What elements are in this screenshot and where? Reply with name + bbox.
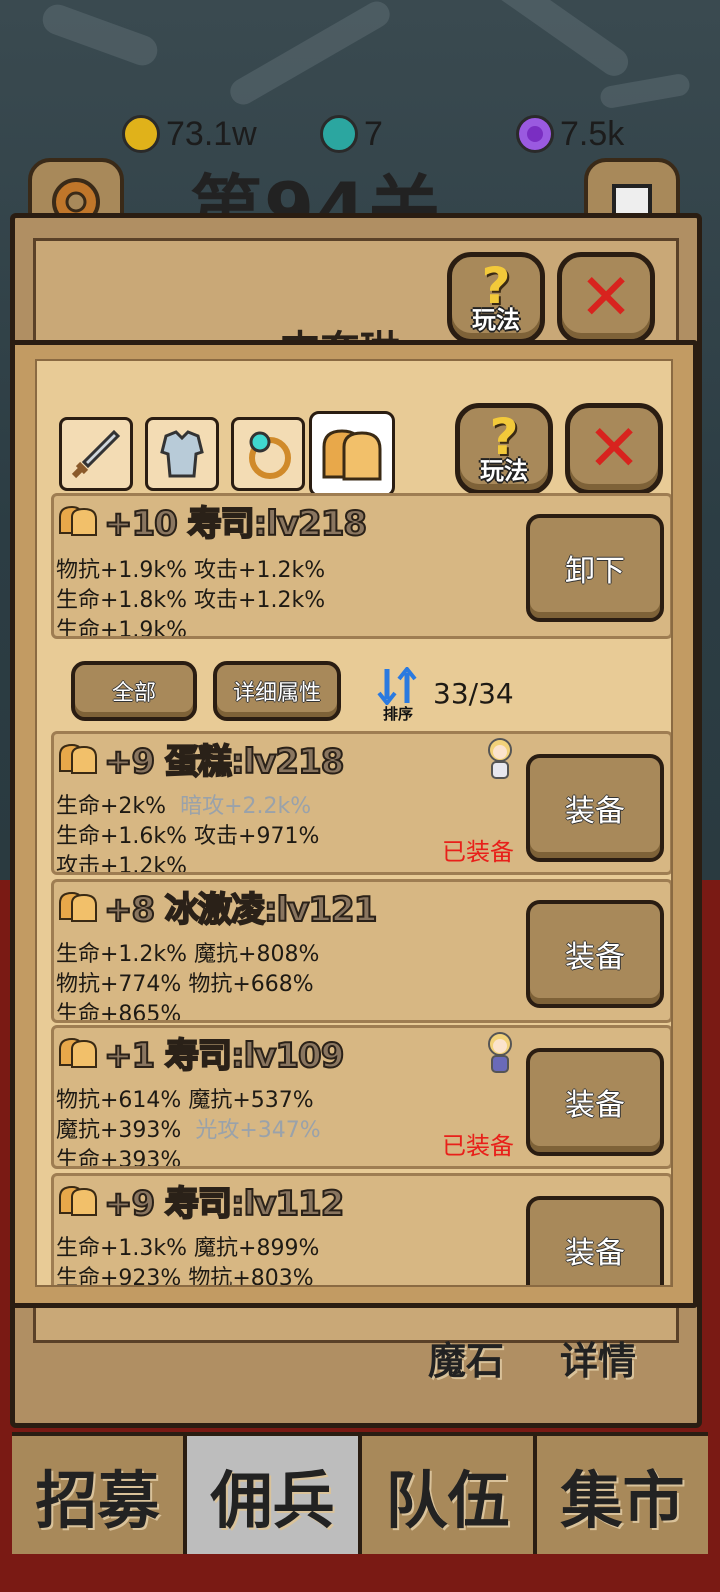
equipment-modal: ? 玩法 ✕ +10 寿司:lv218 物抗+1.9k% 攻击+1.2k% 生命… bbox=[10, 340, 698, 1308]
ring-icon bbox=[249, 431, 291, 479]
help-button[interactable]: ? 玩法 bbox=[455, 403, 553, 495]
list-item: +8 冰激凌:lv121 生命+1.2k% 魔抗+808% 物抗+774% 物抗… bbox=[51, 879, 671, 1023]
bread-icon bbox=[59, 743, 97, 774]
bread-icon bbox=[59, 505, 97, 536]
sort-button[interactable]: 排序 bbox=[373, 665, 423, 723]
details-shortcut[interactable]: 详情 bbox=[560, 1330, 636, 1385]
equipped-label: 已装备 bbox=[442, 838, 514, 866]
back-close-button[interactable]: ✕ bbox=[557, 252, 655, 344]
item-stat-line: 生命+1.9k% bbox=[56, 618, 188, 639]
bread-icon bbox=[59, 1037, 97, 1068]
tab-ring[interactable] bbox=[231, 417, 305, 491]
magic-stone-counter: 7.5k bbox=[516, 114, 624, 154]
tab-recruit[interactable]: 招募 bbox=[12, 1436, 187, 1554]
stage-title: 第94关 bbox=[190, 167, 443, 220]
tab-food[interactable] bbox=[309, 411, 395, 497]
hero-avatar bbox=[488, 1032, 512, 1073]
equip-button[interactable]: 装备 bbox=[526, 754, 664, 862]
item-stat-line: 攻击+1.2k% bbox=[56, 854, 188, 875]
item-name: +1 寿司:lv109 bbox=[103, 1035, 345, 1077]
bread-icon bbox=[322, 429, 382, 481]
item-stat-line: 生命+1.8k% 攻击+1.2k% bbox=[56, 588, 326, 613]
tab-team[interactable]: 队伍 bbox=[362, 1436, 537, 1554]
item-stat-line: 生命+1.3k% 魔抗+899% bbox=[56, 1236, 320, 1261]
gem-icon bbox=[320, 115, 358, 153]
item-stat-line: 魔抗+393% 光攻+347% bbox=[56, 1118, 321, 1143]
item-stat-line: 生命+1.2k% 魔抗+808% bbox=[56, 942, 320, 967]
unequip-button[interactable]: 卸下 bbox=[526, 514, 664, 622]
item-stat-line: 生命+2k% 暗攻+2.2k% bbox=[56, 794, 312, 819]
bottom-nav: 招募 佣兵 队伍 集市 bbox=[12, 1432, 708, 1554]
equip-button[interactable]: 装备 bbox=[526, 1196, 664, 1285]
list-item: +1 寿司:lv109 物抗+614% 魔抗+537% 魔抗+393% 光攻+3… bbox=[51, 1025, 671, 1169]
armor-icon bbox=[160, 430, 204, 478]
close-icon: ✕ bbox=[579, 261, 633, 335]
item-name: +9 寿司:lv112 bbox=[103, 1183, 345, 1225]
close-button[interactable]: ✕ bbox=[565, 403, 663, 495]
item-stat-line: 物抗+1.9k% 攻击+1.2k% bbox=[56, 558, 326, 583]
item-stat-line: 物抗+774% 物抗+668% bbox=[56, 972, 314, 997]
item-stat-line: 生命+923% 物抗+803% bbox=[56, 1266, 314, 1287]
tab-mercenary[interactable]: 佣兵 bbox=[187, 1436, 362, 1554]
tab-market[interactable]: 集市 bbox=[537, 1436, 708, 1554]
equip-button[interactable]: 装备 bbox=[526, 900, 664, 1008]
magic-stone-shortcut[interactable]: 魔石 bbox=[428, 1330, 504, 1385]
gem-counter: 7 bbox=[320, 114, 383, 154]
sword-icon bbox=[71, 429, 121, 479]
filter-all-button[interactable]: 全部 bbox=[71, 661, 197, 721]
list-item: +9 寿司:lv112 生命+1.3k% 魔抗+899% 生命+923% 物抗+… bbox=[51, 1173, 671, 1287]
item-stat-line: 生命+393% bbox=[56, 1148, 182, 1169]
inventory-count: 33/34 bbox=[433, 677, 514, 710]
close-icon: ✕ bbox=[587, 412, 641, 486]
item-stat-line: 生命+865% bbox=[56, 1002, 182, 1023]
item-stat-line: 生命+1.6k% 攻击+971% bbox=[56, 824, 320, 849]
item-name: +10 寿司:lv218 bbox=[103, 503, 368, 545]
list-item: +9 蛋糕:lv218 生命+2k% 暗攻+2.2k% 生命+1.6k% 攻击+… bbox=[51, 731, 671, 875]
gold-coin-icon bbox=[122, 115, 160, 153]
back-help-button[interactable]: ? 玩法 bbox=[447, 252, 545, 344]
detail-attributes-button[interactable]: 详细属性 bbox=[213, 661, 341, 721]
current-item-card: +10 寿司:lv218 物抗+1.9k% 攻击+1.2k% 生命+1.8k% … bbox=[51, 493, 671, 639]
item-name: +8 冰激凌:lv121 bbox=[103, 889, 378, 931]
tab-weapon[interactable] bbox=[59, 417, 133, 491]
equipped-label: 已装备 bbox=[442, 1132, 514, 1160]
equip-button[interactable]: 装备 bbox=[526, 1048, 664, 1156]
item-name: +9 蛋糕:lv218 bbox=[103, 741, 345, 783]
item-stat-line: 物抗+614% 魔抗+537% bbox=[56, 1088, 314, 1113]
hero-avatar bbox=[488, 738, 512, 779]
bread-icon bbox=[59, 891, 97, 922]
magic-stone-icon bbox=[516, 115, 554, 153]
bread-icon bbox=[59, 1185, 97, 1216]
tab-armor[interactable] bbox=[145, 417, 219, 491]
sort-arrows-icon bbox=[377, 665, 417, 707]
gold-counter: 73.1w bbox=[122, 114, 257, 154]
